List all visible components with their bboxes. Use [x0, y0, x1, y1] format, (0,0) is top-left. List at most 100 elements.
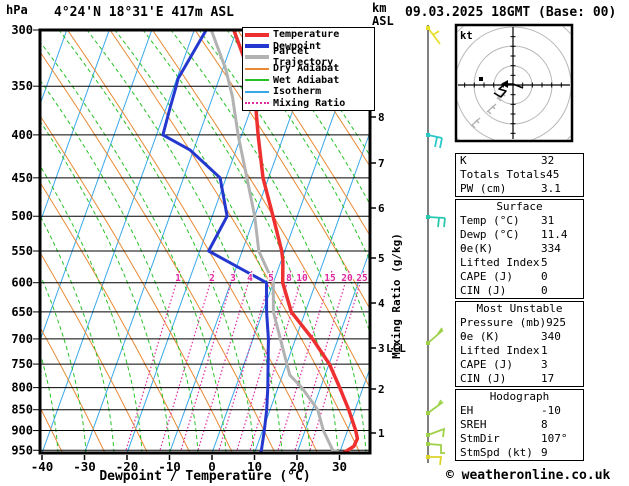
height-axis-unit-asl: ASL: [372, 14, 394, 28]
pressure-axis-unit: hPa: [6, 3, 28, 17]
km-tick-label: 6: [378, 202, 385, 215]
height-axis-unit: km ASL: [372, 2, 394, 28]
pressure-tick-label: 600: [11, 276, 33, 290]
pressure-tick-label: 500: [11, 209, 33, 223]
table-row-label: Lifted Index: [460, 344, 540, 357]
legend-swatch-dewpoint: [245, 44, 269, 49]
hodograph-unit-label: kt: [460, 30, 473, 42]
panel-section: Surface Temp (°C) 31 Dewp (°C) 11.4 θe(K) 334 L…: [455, 199, 584, 299]
hodograph-marker-square: [479, 77, 483, 81]
table-row-label: StmSpd (kt): [460, 446, 533, 459]
table-row-value: 11.4: [541, 228, 568, 241]
table-row-value: 17: [541, 372, 555, 385]
panel-section: Hodograph EH -10 SREH 8 StmDir 107° StmSpd (kt)…: [455, 389, 584, 461]
legend-swatch-temperature: [245, 32, 269, 37]
mixing-ratio-label: 15: [324, 273, 336, 284]
legend-swatch-mixing-ratio: [245, 102, 269, 105]
indices-panel: K 32 Totals Totals 45 PW (cm) 3.1 Surface Temp …: [455, 153, 584, 463]
panel-section: K 32 Totals Totals 45 PW (cm) 3.1: [455, 153, 584, 197]
km-tick-label: 7: [378, 157, 385, 170]
table-row: K 32: [456, 154, 583, 168]
mixing-ratio-label: 1: [175, 273, 181, 284]
table-row-label: StmDir: [460, 432, 500, 445]
table-row-value: -10: [541, 404, 561, 417]
table-row-value: 5: [541, 256, 548, 269]
table-row-value: 45: [546, 168, 560, 181]
table-row: Lifted Index 1: [456, 344, 583, 358]
mixing-ratio-label: 4: [247, 273, 253, 284]
table-row: CAPE (J) 3: [456, 358, 583, 372]
table-row-label: PW (cm): [460, 182, 507, 195]
pressure-tick-label: 950: [11, 443, 33, 457]
pressure-tick-label: 450: [11, 171, 33, 185]
table-row-value: 0: [541, 284, 548, 297]
mixing-ratio-label: 8: [286, 273, 292, 284]
mixing-ratio-label: 3: [230, 273, 236, 284]
table-row-label: SREH: [460, 418, 487, 431]
table-row-label: Dewp (°C): [460, 228, 520, 241]
table-row-value: 925: [546, 316, 566, 329]
table-row-label: θe (K): [460, 330, 500, 343]
km-tick-label: 8: [378, 111, 385, 124]
pressure-tick-label: 300: [11, 23, 33, 37]
pressure-tick-label: 750: [11, 357, 33, 371]
legend-item: Parcel Trajectory: [245, 46, 374, 68]
legend-item: Isotherm: [245, 86, 374, 97]
table-row: Totals Totals 45: [456, 168, 583, 182]
table-row-value: 8: [541, 418, 548, 431]
legend-item: Wet Adiabat: [245, 75, 374, 86]
table-row: θe(K) 334: [456, 242, 583, 256]
hodograph: kt: [454, 23, 574, 143]
pressure-tick-label: 400: [11, 128, 33, 142]
chart-legend: Temperature Dewpoint Parcel Trajectory Dry …: [242, 27, 375, 111]
panel-section-title: Surface: [496, 200, 543, 213]
legend-item: Mixing Ratio: [245, 97, 374, 109]
legend-item-label: Temperature: [273, 29, 340, 41]
legend-swatch-parcel-trajectory: [245, 55, 269, 60]
table-row: SREH 8: [456, 418, 583, 432]
table-row-label: Pressure (mb): [460, 316, 547, 329]
pressure-tick-label: 850: [11, 403, 33, 417]
table-row-label: Lifted Index: [460, 256, 540, 269]
legend-swatch-wet-adiabat: [245, 79, 269, 82]
table-row-value: 1: [541, 344, 548, 357]
km-tick-label: 3: [378, 342, 385, 355]
table-row: θe (K) 340: [456, 330, 583, 344]
table-row: StmDir 107°: [456, 432, 583, 446]
table-row: Pressure (mb) 925: [456, 316, 583, 330]
table-row-value: 107°: [541, 432, 568, 445]
table-row-value: 9: [541, 446, 548, 459]
table-row-value: 32: [541, 154, 555, 167]
mixing-ratio-label: 5: [268, 273, 274, 284]
temperature-axis-label: Dewpoint / Temperature (°C): [99, 469, 311, 484]
table-row-label: CIN (J): [460, 372, 507, 385]
table-row: StmSpd (kt) 9: [456, 446, 583, 460]
mixing-ratio-label: 25: [356, 273, 368, 284]
table-row: Dewp (°C) 11.4: [456, 228, 583, 242]
legend-swatch-dry-adiabat: [245, 67, 269, 70]
table-row: Lifted Index 5: [456, 256, 583, 270]
panel-section: Most Unstable Pressure (mb) 925 θe (K) 340 Li…: [455, 301, 584, 387]
table-row-value: 0: [541, 270, 548, 283]
table-row-value: 340: [541, 330, 561, 343]
table-row-value: 3: [541, 358, 548, 371]
km-tick-label: 2: [378, 383, 385, 396]
table-row-label: K: [460, 154, 467, 167]
mixing-ratio-axis-label: Mixing Ratio (g/kg): [390, 233, 403, 359]
table-row: PW (cm) 3.1: [456, 182, 583, 196]
table-row-value: 3.1: [541, 182, 561, 195]
km-tick-label: 5: [378, 252, 385, 265]
table-row-value: 334: [541, 242, 561, 255]
table-row-label: Totals Totals: [460, 168, 547, 181]
mixing-ratio-label: 2: [209, 273, 215, 284]
km-tick-label: 4: [378, 297, 385, 310]
table-row: Temp (°C) 31: [456, 214, 583, 228]
table-row-label: θe(K): [460, 242, 494, 255]
legend-item-label: Dry Adiabat: [273, 63, 340, 75]
legend-item-label: Wet Adiabat: [273, 74, 340, 86]
pressure-tick-label: 550: [11, 244, 33, 258]
legend-swatch-isotherm: [245, 90, 269, 93]
pressure-tick-label: 800: [11, 381, 33, 395]
table-row-label: CAPE (J): [460, 358, 513, 371]
pressure-tick-label: 900: [11, 424, 33, 438]
